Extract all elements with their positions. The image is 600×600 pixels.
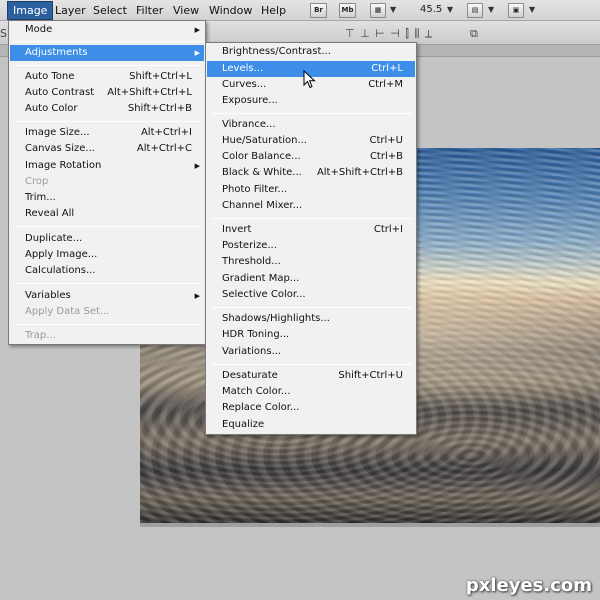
menu-item-variables[interactable]: Variables ▶ [10, 288, 204, 304]
mini-bridge-button[interactable]: Mb [339, 3, 356, 18]
menu-item-canvas-size[interactable]: Canvas Size... Alt+Ctrl+C [10, 141, 204, 157]
menu-separator [212, 364, 412, 365]
menu-layer[interactable]: Layer [50, 1, 91, 20]
image-menu: Mode ▶ Adjustments ▶ Auto Tone Shift+Ctr… [8, 20, 206, 345]
menu-item-duplicate[interactable]: Duplicate... [10, 231, 204, 247]
menu-separator [15, 226, 201, 227]
menu-separator [15, 65, 201, 66]
menu-item-replace-color[interactable]: Replace Color... [207, 400, 415, 416]
menu-separator [15, 283, 201, 284]
menu-item-trim[interactable]: Trim... [10, 190, 204, 206]
menu-item-brightness-contrast[interactable]: Brightness/Contrast... [207, 44, 415, 60]
menu-item-photo-filter[interactable]: Photo Filter... [207, 182, 415, 198]
menu-separator [212, 113, 412, 114]
menu-view[interactable]: View [168, 1, 204, 20]
chevron-down-icon[interactable]: ▼ [390, 5, 396, 14]
submenu-arrow-icon: ▶ [194, 162, 200, 170]
menu-item-adjustments[interactable]: Adjustments ▶ [10, 45, 204, 61]
menu-filter[interactable]: Filter [131, 1, 168, 20]
menu-item-apply-image[interactable]: Apply Image... [10, 247, 204, 263]
submenu-arrow-icon: ▶ [194, 292, 200, 300]
zoom-level[interactable]: 45.5 [420, 4, 442, 15]
document-shadow [140, 523, 600, 527]
menu-item-desaturate[interactable]: Desaturate Shift+Ctrl+U [207, 368, 415, 384]
menu-item-exposure[interactable]: Exposure... [207, 93, 415, 109]
menu-separator [15, 324, 201, 325]
menu-item-apply-data-set: Apply Data Set... [25, 306, 110, 317]
submenu-arrow-icon: ▶ [194, 49, 200, 57]
menu-image[interactable]: Image [7, 1, 54, 20]
adjustments-submenu: Brightness/Contrast... Levels... Ctrl+L … [205, 42, 417, 435]
menu-item-crop: Crop [25, 176, 49, 187]
chevron-down-icon[interactable]: ▼ [447, 5, 453, 14]
menu-item-auto-color[interactable]: Auto Color Shift+Ctrl+B [10, 101, 204, 117]
menu-item-color-balance[interactable]: Color Balance... Ctrl+B [207, 149, 415, 165]
bridge-button[interactable]: Br [310, 3, 327, 18]
chevron-down-icon[interactable]: ▼ [488, 5, 494, 14]
menu-item-auto-tone[interactable]: Auto Tone Shift+Ctrl+L [10, 69, 204, 85]
menu-separator [15, 121, 201, 122]
menu-item-shadows-highlights[interactable]: Shadows/Highlights... [207, 311, 415, 327]
menu-item-posterize[interactable]: Posterize... [207, 238, 415, 254]
menu-item-match-color[interactable]: Match Color... [207, 384, 415, 400]
mouse-pointer-icon [303, 70, 316, 89]
menu-item-invert[interactable]: Invert Ctrl+I [207, 222, 415, 238]
menu-separator [15, 41, 201, 42]
menu-item-trap: Trap... [25, 330, 56, 341]
auto-align-icon[interactable]: ⧉ [470, 27, 479, 41]
menu-item-channel-mixer[interactable]: Channel Mixer... [207, 198, 415, 214]
menu-item-selective-color[interactable]: Selective Color... [207, 287, 415, 303]
menu-item-threshold[interactable]: Threshold... [207, 254, 415, 270]
menu-item-auto-contrast[interactable]: Auto Contrast Alt+Shift+Ctrl+L [10, 85, 204, 101]
menu-bar: Image Layer Select Filter View Window He… [0, 0, 600, 21]
menu-item-gradient-map[interactable]: Gradient Map... [207, 271, 415, 287]
menu-separator [212, 218, 412, 219]
align-icons[interactable]: ⊤ ⊥ ⊢ ⊣ ⫿ ⫼ ⟂ [345, 27, 433, 41]
watermark: pxleyes.com [465, 575, 592, 596]
menu-item-black-white[interactable]: Black & White... Alt+Shift+Ctrl+B [207, 165, 415, 181]
chevron-down-icon[interactable]: ▼ [529, 5, 535, 14]
view-extras-icon[interactable]: ▦ [370, 3, 386, 18]
menu-item-variations[interactable]: Variations... [207, 344, 415, 360]
menu-item-calculations[interactable]: Calculations... [10, 263, 204, 279]
menu-separator [212, 307, 412, 308]
menu-item-vibrance[interactable]: Vibrance... [207, 117, 415, 133]
menu-item-image-rotation[interactable]: Image Rotation ▶ [10, 158, 204, 174]
menu-item-equalize[interactable]: Equalize [207, 417, 415, 433]
menu-help[interactable]: Help [256, 1, 291, 20]
menu-item-reveal-all[interactable]: Reveal All [10, 206, 204, 222]
menu-item-image-size[interactable]: Image Size... Alt+Ctrl+I [10, 125, 204, 141]
menu-item-hue-saturation[interactable]: Hue/Saturation... Ctrl+U [207, 133, 415, 149]
screen-mode-icon[interactable]: ▣ [508, 3, 524, 18]
arrange-documents-icon[interactable]: ▤ [467, 3, 483, 18]
menu-window[interactable]: Window [204, 1, 257, 20]
menu-item-hdr-toning[interactable]: HDR Toning... [207, 327, 415, 343]
submenu-arrow-icon: ▶ [194, 26, 200, 34]
menu-item-mode[interactable]: Mode ▶ [10, 22, 204, 38]
menu-select[interactable]: Select [88, 1, 132, 20]
